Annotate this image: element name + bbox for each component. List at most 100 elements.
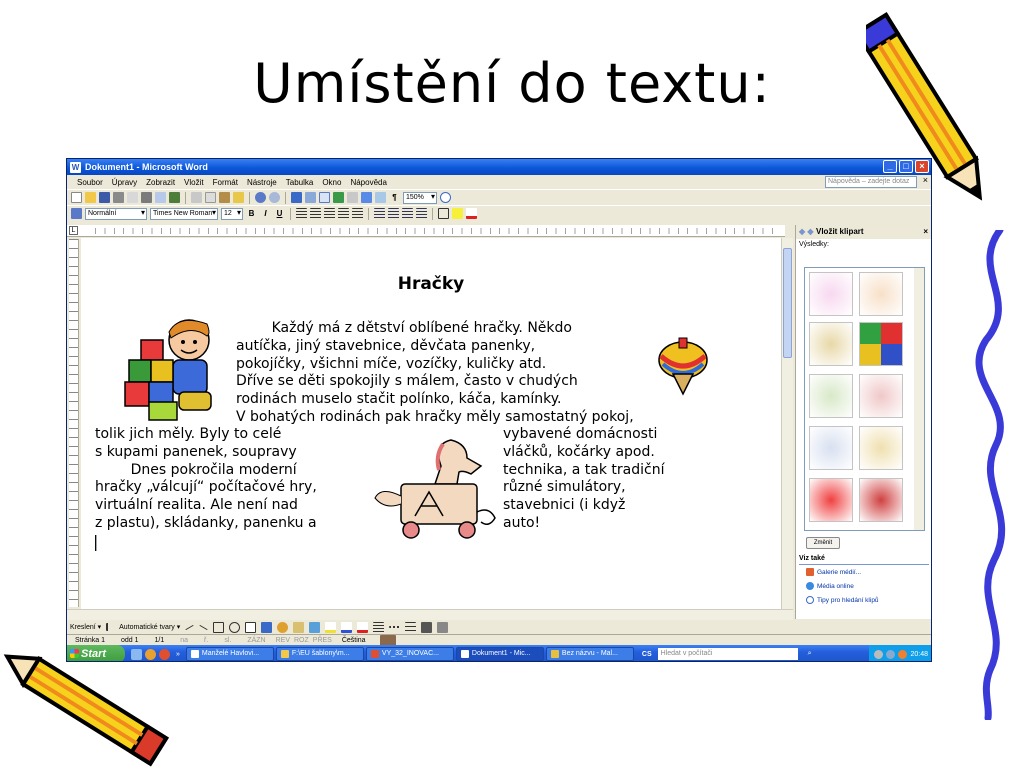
link-media-gallery[interactable]: Galerie médií...	[806, 568, 861, 576]
3d-style-icon[interactable]	[437, 621, 449, 633]
taskbar-item-3[interactable]: VY_32_INOVAC...	[365, 647, 454, 661]
vertical-scrollbar[interactable]	[781, 238, 793, 609]
status-rec[interactable]: ZÁZN	[239, 637, 273, 644]
arrow-style-icon[interactable]	[405, 621, 417, 633]
bullets-icon[interactable]	[388, 208, 399, 219]
spelling-icon[interactable]	[169, 192, 180, 203]
document-page[interactable]: Hračky Každý má z dětství oblíbené hračk…	[81, 238, 781, 609]
clipart-result-1[interactable]	[809, 272, 853, 316]
align-right-icon[interactable]	[324, 208, 335, 219]
arrow-icon[interactable]	[199, 624, 208, 630]
numbering-icon[interactable]	[374, 208, 385, 219]
close-button[interactable]: ×	[915, 160, 929, 173]
shadow-style-icon[interactable]	[421, 621, 433, 633]
show-desktop-icon[interactable]	[131, 648, 142, 660]
line-color-icon[interactable]	[341, 621, 353, 633]
align-left-icon[interactable]	[296, 208, 307, 219]
minimize-button[interactable]: _	[883, 160, 897, 173]
browser-icon[interactable]	[145, 648, 156, 660]
search-icon[interactable]: ⌕	[808, 650, 812, 658]
styles-pane-icon[interactable]	[71, 208, 82, 219]
drawing-icon[interactable]	[361, 192, 372, 203]
clock[interactable]: 20:48	[910, 651, 928, 658]
tables-borders-icon[interactable]	[305, 192, 316, 203]
language-indicator[interactable]: CS	[642, 651, 652, 658]
menu-okno[interactable]: Okno	[322, 178, 341, 187]
taskbar-search-input[interactable]: Hledat v počítači	[657, 648, 798, 660]
redo-icon[interactable]	[269, 192, 280, 203]
spelling-status-icon[interactable]	[379, 634, 396, 646]
font-select[interactable]: Times New Roman	[150, 207, 218, 220]
menu-zobrazit[interactable]: Zobrazit	[146, 178, 175, 187]
style-select[interactable]: Normální	[85, 207, 147, 220]
menu-vlozit[interactable]: Vložit	[184, 178, 204, 187]
underline-button[interactable]: U	[274, 209, 285, 218]
border-icon[interactable]	[438, 208, 449, 219]
undo-icon[interactable]	[255, 192, 266, 203]
menu-soubor[interactable]: Soubor	[77, 178, 103, 187]
new-document-icon[interactable]	[71, 192, 82, 203]
select-objects-icon[interactable]	[106, 623, 114, 631]
insert-clipart-icon[interactable]	[293, 621, 305, 633]
tray-icon-1[interactable]	[874, 649, 884, 659]
tab-selector-icon[interactable]: L	[69, 226, 78, 235]
taskbar-item-2[interactable]: F:\EU šablony\m...	[275, 647, 364, 661]
document-close-icon[interactable]: ×	[923, 175, 928, 185]
text-box-icon[interactable]	[245, 621, 257, 633]
rectangle-icon[interactable]	[213, 621, 225, 633]
change-button[interactable]: Změnit	[806, 537, 840, 549]
horizontal-scrollbar[interactable]	[67, 609, 793, 620]
taskbar-item-1[interactable]: Manželé Havlovi...	[185, 647, 274, 661]
help-search-input[interactable]: Nápověda – zadejte dotaz	[825, 176, 917, 188]
bold-button[interactable]: B	[246, 209, 257, 218]
start-button[interactable]: Start	[67, 645, 125, 661]
line-icon[interactable]	[185, 624, 194, 630]
clipart-result-3[interactable]	[809, 322, 853, 366]
oval-icon[interactable]	[229, 621, 241, 633]
highlight-icon[interactable]	[452, 208, 463, 219]
status-rev[interactable]: REV	[274, 637, 292, 644]
clipart-result-6[interactable]	[859, 374, 903, 418]
taskbar-item-4[interactable]: Dokument1 - Mic...	[455, 647, 544, 661]
clipart-result-9[interactable]	[809, 478, 853, 522]
line-spacing-icon[interactable]	[352, 208, 363, 219]
tray-icon-2[interactable]	[886, 649, 896, 659]
menu-upravy[interactable]: Úpravy	[112, 178, 137, 187]
open-folder-icon[interactable]	[85, 192, 96, 203]
insert-table-icon[interactable]	[319, 192, 330, 203]
diagram-icon[interactable]	[277, 621, 289, 633]
increase-indent-icon[interactable]	[416, 208, 427, 219]
horizontal-ruler[interactable]: L	[67, 225, 785, 237]
task-pane-close-icon[interactable]: ×	[923, 225, 928, 239]
vertical-ruler[interactable]	[69, 239, 79, 607]
clipart-result-2[interactable]	[859, 272, 903, 316]
autoshapes-menu[interactable]: Automatické tvary ▾	[119, 623, 180, 631]
insert-picture-icon[interactable]	[309, 621, 321, 633]
columns-icon[interactable]	[347, 192, 358, 203]
decrease-indent-icon[interactable]	[402, 208, 413, 219]
clipart-scrollbar[interactable]	[914, 268, 924, 530]
format-painter-icon[interactable]	[233, 192, 244, 203]
clipart-result-10[interactable]	[859, 478, 903, 522]
print-preview-icon[interactable]	[155, 192, 166, 203]
fill-color-icon[interactable]	[325, 621, 337, 633]
status-ext[interactable]: ROZ	[292, 637, 311, 644]
align-center-icon[interactable]	[310, 208, 321, 219]
link-online-media[interactable]: Média online	[806, 582, 854, 590]
clipart-result-8[interactable]	[859, 426, 903, 470]
show-formatting-icon[interactable]: ¶	[389, 193, 400, 202]
task-pane-nav-icon[interactable]: ◆ ◆	[799, 225, 814, 239]
dash-style-icon[interactable]	[389, 626, 401, 628]
media-player-icon[interactable]	[159, 648, 170, 660]
menu-nastroje[interactable]: Nástroje	[247, 178, 277, 187]
copy-icon[interactable]	[205, 192, 216, 203]
print-icon[interactable]	[141, 192, 152, 203]
quick-launch-more[interactable]: »	[176, 651, 180, 658]
font-color-icon[interactable]	[466, 208, 477, 219]
status-ovr[interactable]: PŘES	[311, 637, 334, 644]
menu-format[interactable]: Formát	[213, 178, 238, 187]
draw-menu[interactable]: Kreslení ▾	[70, 623, 101, 631]
font-size-select[interactable]: 12	[221, 207, 243, 220]
cut-icon[interactable]	[191, 192, 202, 203]
save-icon[interactable]	[99, 192, 110, 203]
